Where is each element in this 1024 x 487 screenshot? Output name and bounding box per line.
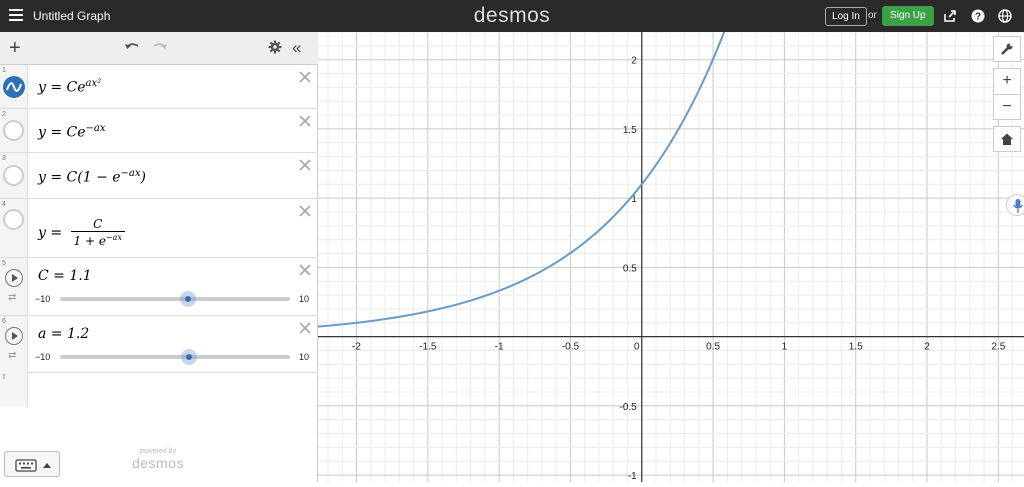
delete-icon[interactable] bbox=[299, 71, 311, 83]
login-button[interactable]: Log In bbox=[825, 7, 867, 26]
slider-track[interactable] bbox=[60, 297, 290, 301]
expression-row[interactable]: 4 y = C 1 + e−ax bbox=[0, 199, 318, 258]
x-tick-label: -1.5 bbox=[419, 342, 437, 353]
slider-thumb[interactable] bbox=[180, 349, 197, 365]
powered-by-text: powered by bbox=[139, 448, 177, 455]
delete-icon[interactable] bbox=[299, 115, 311, 127]
hidden-graph-toggle[interactable] bbox=[3, 165, 24, 186]
y-tick-label: 2 bbox=[631, 56, 637, 67]
top-bar: Untitled Graph desmos Log In or Sign Up … bbox=[0, 0, 1024, 32]
powered-by-logo: powered by desmos bbox=[118, 448, 198, 471]
loop-icon[interactable]: ⇄ bbox=[8, 350, 16, 361]
expression-toolbar: + « bbox=[0, 32, 318, 65]
wrench-icon[interactable] bbox=[993, 36, 1021, 62]
play-icon[interactable] bbox=[5, 269, 23, 287]
empty-expression-row[interactable]: 7 bbox=[0, 372, 28, 407]
expression-math[interactable]: y = Ce−ax bbox=[38, 123, 106, 141]
expression-math[interactable]: y = Ceax² bbox=[38, 78, 101, 96]
play-icon[interactable] bbox=[5, 327, 23, 345]
home-icon[interactable] bbox=[993, 126, 1021, 152]
y-tick-label: 1.5 bbox=[623, 125, 637, 136]
expression-number: 6 bbox=[2, 318, 6, 325]
x-tick-label: 1 bbox=[782, 342, 788, 353]
slider-expression[interactable]: C = 1.1 bbox=[38, 268, 92, 284]
y-tick-label: 0.5 bbox=[623, 263, 637, 274]
share-icon[interactable] bbox=[943, 9, 957, 23]
x-tick-label: 0.5 bbox=[706, 342, 720, 353]
expression-number: 5 bbox=[2, 260, 6, 267]
globe-icon[interactable] bbox=[998, 9, 1012, 23]
x-tick-label: 1.5 bbox=[849, 342, 863, 353]
delete-icon[interactable] bbox=[299, 322, 311, 334]
x-tick-label: 2 bbox=[924, 342, 930, 353]
fraction-numerator: C bbox=[70, 217, 125, 232]
zoom-in-icon[interactable]: + bbox=[993, 68, 1021, 94]
expression-gutter: 2 bbox=[0, 109, 28, 152]
redo-icon[interactable] bbox=[152, 40, 168, 56]
or-text: or bbox=[868, 10, 877, 21]
expression-gutter: 3 bbox=[0, 153, 28, 198]
slider-max[interactable]: 10 bbox=[299, 352, 309, 362]
delete-icon[interactable] bbox=[299, 159, 311, 171]
x-tick-label: 0 bbox=[634, 342, 640, 353]
hidden-graph-toggle[interactable] bbox=[3, 120, 24, 141]
svg-text:?: ? bbox=[975, 12, 981, 23]
fraction-denominator: 1 + e−ax bbox=[73, 233, 122, 248]
slider-max[interactable]: 10 bbox=[299, 294, 309, 304]
x-tick-label: -1 bbox=[495, 342, 504, 353]
slider-row[interactable]: 5 ⇄ C = 1.1 −10 10 bbox=[0, 258, 318, 316]
expression-gutter: 6 ⇄ bbox=[0, 316, 28, 372]
add-expression-icon[interactable]: + bbox=[9, 38, 21, 58]
collapse-panel-icon[interactable]: « bbox=[292, 39, 301, 56]
expression-row[interactable]: 2 y = Ce−ax bbox=[0, 109, 318, 153]
slider-thumb[interactable] bbox=[179, 291, 196, 307]
delete-icon[interactable] bbox=[299, 205, 311, 217]
graph-paper[interactable]: -2 -1.5 -1 -0.5 0 0.5 1 1.5 2 2.5 2 1.5 1 0.5 -0.5 -1 bbox=[317, 0, 1024, 482]
slider-row[interactable]: 6 ⇄ a = 1.2 −10 10 bbox=[0, 316, 318, 373]
microphone-icon[interactable] bbox=[1006, 194, 1024, 216]
hidden-graph-toggle[interactable] bbox=[3, 209, 24, 230]
slider-expression[interactable]: a = 1.2 bbox=[38, 326, 89, 342]
x-tick-label: -2 bbox=[352, 342, 361, 353]
expression-gutter: 5 ⇄ bbox=[0, 258, 28, 315]
graph-canvas[interactable]: -2 -1.5 -1 -0.5 0 0.5 1 1.5 2 2.521.510.5-0.5-1 bbox=[317, 0, 1024, 482]
y-tick-label: -0.5 bbox=[620, 402, 638, 413]
y-tick-label: -1 bbox=[628, 471, 637, 482]
slider-min[interactable]: −10 bbox=[35, 352, 50, 362]
expression-number: 4 bbox=[2, 201, 6, 208]
expression-gutter: 4 bbox=[0, 199, 28, 257]
x-tick-label: 2.5 bbox=[991, 342, 1005, 353]
expression-number: 1 bbox=[2, 67, 6, 74]
expression-number: 3 bbox=[2, 155, 6, 162]
function-curve bbox=[317, 0, 738, 328]
signup-button[interactable]: Sign Up bbox=[882, 6, 934, 26]
loop-icon[interactable]: ⇄ bbox=[8, 292, 16, 303]
graph-title[interactable]: Untitled Graph bbox=[33, 9, 110, 23]
expression-math[interactable]: y = C 1 + e−ax bbox=[38, 217, 125, 248]
expression-number: 2 bbox=[2, 111, 6, 118]
slider-track[interactable] bbox=[60, 355, 290, 359]
help-icon[interactable]: ? bbox=[971, 9, 985, 23]
menu-icon[interactable] bbox=[9, 9, 23, 23]
powered-brand-text: desmos bbox=[131, 455, 185, 471]
delete-icon[interactable] bbox=[299, 264, 311, 276]
x-tick-label: -0.5 bbox=[562, 342, 580, 353]
expression-row[interactable]: 1 y = Ceax² bbox=[0, 65, 318, 109]
expression-number: 7 bbox=[2, 374, 6, 381]
undo-icon[interactable] bbox=[124, 40, 140, 56]
expression-panel: + « 1 y = Ceax² 2 y = Ce−ax 3 y = C(1 − … bbox=[0, 32, 318, 482]
settings-gear-icon[interactable] bbox=[268, 40, 282, 56]
zoom-out-icon[interactable]: − bbox=[993, 94, 1021, 120]
expression-gutter: 1 bbox=[0, 65, 28, 108]
slider-min[interactable]: −10 bbox=[35, 294, 50, 304]
keyboard-toggle-button[interactable] bbox=[4, 451, 60, 477]
expression-math[interactable]: y = C(1 − e−ax) bbox=[38, 168, 146, 186]
expression-row[interactable]: 3 y = C(1 − e−ax) bbox=[0, 153, 318, 199]
desmos-wave-icon[interactable] bbox=[3, 76, 25, 98]
